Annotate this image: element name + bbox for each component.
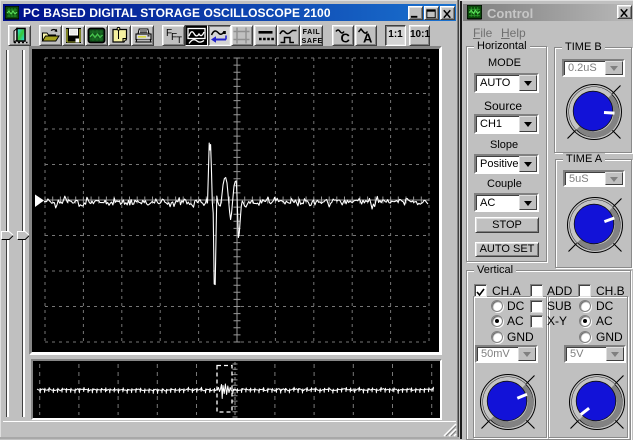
svg-text:A: A	[363, 31, 373, 46]
svg-text:T: T	[177, 35, 183, 45]
svg-text:C: C	[341, 31, 351, 46]
